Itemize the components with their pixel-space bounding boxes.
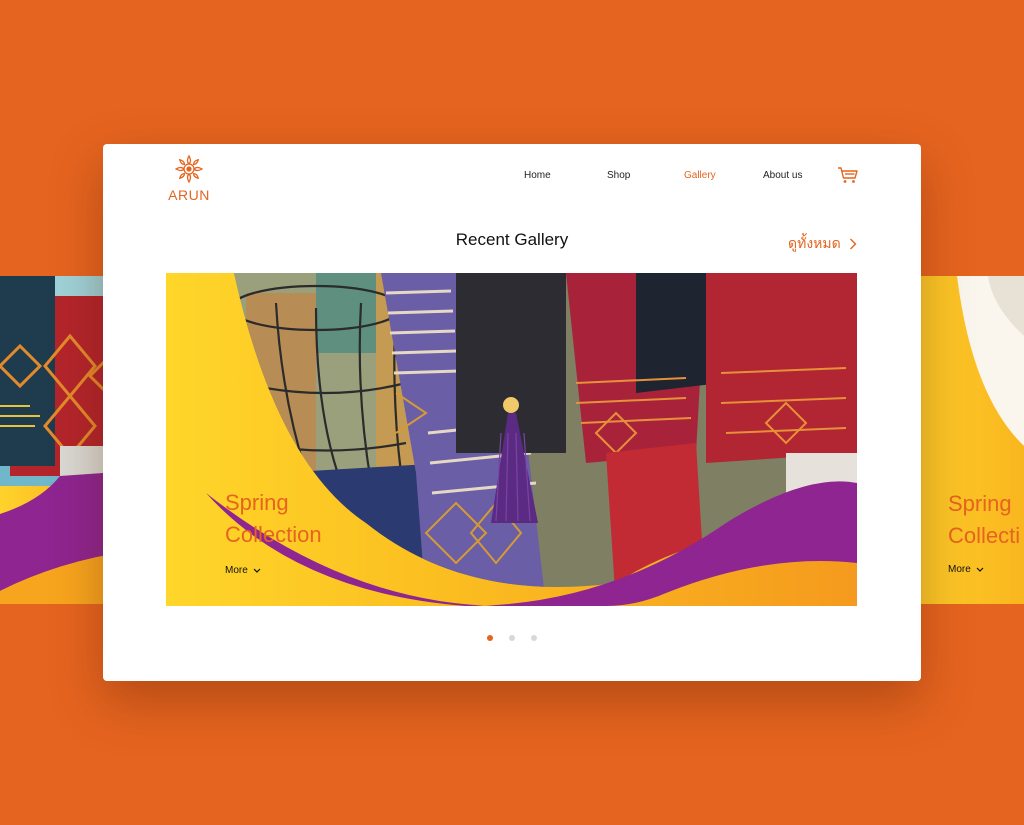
- pagination-dot-2[interactable]: [509, 635, 515, 641]
- nav-gallery[interactable]: Gallery: [684, 170, 716, 181]
- nav-home[interactable]: Home: [524, 170, 551, 181]
- cart-button[interactable]: [837, 166, 859, 189]
- slide-title: Spring Collection: [225, 490, 322, 547]
- brand-name: ARUN: [168, 187, 210, 203]
- carousel-pagination: [103, 635, 921, 641]
- nav-shop[interactable]: Shop: [607, 170, 630, 181]
- chevron-right-icon: [849, 238, 857, 250]
- pagination-dot-3[interactable]: [531, 635, 537, 641]
- sun-flower-icon: [174, 154, 204, 184]
- see-all-link[interactable]: ดูทั้งหมด: [788, 233, 857, 255]
- chevron-down-icon: [253, 568, 261, 573]
- gallery-hero-slide[interactable]: Spring Collection More: [166, 273, 857, 606]
- pagination-dot-1[interactable]: [487, 635, 493, 641]
- nav-about-us[interactable]: About us: [763, 170, 802, 181]
- slide-more-button[interactable]: More: [225, 565, 261, 576]
- next-slide-title: Spring Collecti: [948, 491, 1021, 548]
- cart-icon: [838, 167, 858, 183]
- hero-image: [166, 273, 857, 606]
- see-all-label: ดูทั้งหมด: [788, 235, 841, 251]
- next-slide-more-button[interactable]: More: [948, 564, 984, 575]
- brand-logo[interactable]: ARUN: [166, 154, 212, 203]
- chevron-down-icon: [976, 567, 984, 572]
- browser-window: ARUN Home Shop Gallery About us Recent G…: [103, 144, 921, 681]
